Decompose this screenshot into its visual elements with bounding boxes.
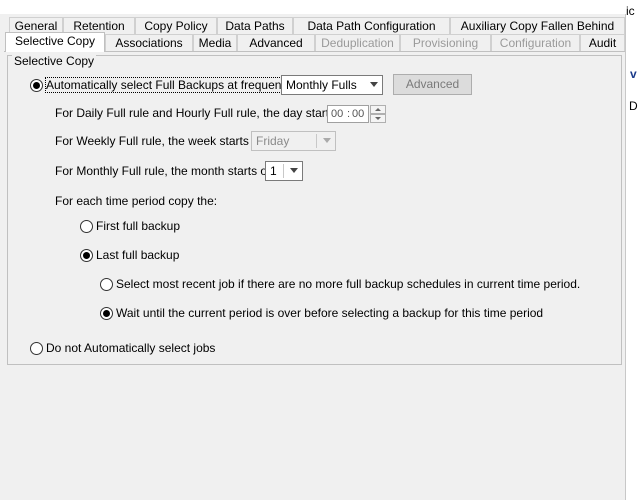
day-start-time-field[interactable]: 00 : 00 (327, 105, 369, 123)
do-not-auto-radio[interactable] (30, 342, 43, 355)
last-full-radio[interactable] (80, 249, 93, 262)
tab-advanced[interactable]: Advanced (237, 34, 315, 51)
background-window-edge: ic v D (626, 0, 638, 500)
time-separator: : (347, 108, 351, 120)
monthly-rule-label: For Monthly Full rule, the month starts … (55, 164, 274, 178)
frequency-value: Monthly Fulls (286, 78, 357, 92)
edge-text-1: ic (626, 4, 635, 18)
chevron-down-icon (290, 168, 298, 173)
spin-up-icon[interactable] (370, 105, 386, 114)
edge-text-2: v (630, 67, 637, 81)
minutes-value[interactable]: 00 (352, 108, 364, 120)
hours-value[interactable]: 00 (331, 108, 343, 120)
tab-associations[interactable]: Associations (105, 34, 193, 51)
last-full-label[interactable]: Last full backup (96, 248, 179, 262)
tab-provisioning[interactable]: Provisioning (400, 34, 491, 51)
auto-select-radio[interactable] (30, 79, 43, 92)
advanced-button[interactable]: Advanced (393, 74, 472, 95)
week-start-dropdown[interactable]: Friday (251, 131, 336, 151)
spin-down-icon[interactable] (370, 114, 386, 123)
tab-data-path-configuration[interactable]: Data Path Configuration (293, 17, 450, 34)
tab-media[interactable]: Media (193, 34, 237, 51)
edge-text-3: D (629, 99, 638, 113)
wait-until-label[interactable]: Wait until the current period is over be… (116, 306, 543, 320)
group-title: Selective Copy (12, 54, 97, 68)
dropdown-divider (283, 164, 284, 178)
tab-audit[interactable]: Audit (580, 34, 625, 51)
time-spinner[interactable] (370, 105, 386, 123)
do-not-auto-label[interactable]: Do not Automatically select jobs (46, 341, 215, 355)
wait-until-radio[interactable] (100, 307, 113, 320)
chevron-down-icon (323, 138, 331, 143)
tab-auxiliary-copy-fallen-behind[interactable]: Auxiliary Copy Fallen Behind (450, 17, 625, 34)
week-start-value: Friday (256, 134, 290, 148)
first-full-label[interactable]: First full backup (96, 219, 180, 233)
frequency-dropdown[interactable]: Monthly Fulls (281, 75, 383, 95)
most-recent-radio[interactable] (100, 278, 113, 291)
tab-deduplication[interactable]: Deduplication (315, 34, 400, 51)
daily-rule-label: For Daily Full rule and Hourly Full rule… (55, 106, 352, 120)
month-start-dropdown[interactable]: 1 (265, 161, 303, 181)
tab-data-paths[interactable]: Data Paths (217, 17, 293, 34)
most-recent-label[interactable]: Select most recent job if there are no m… (116, 277, 580, 291)
tab-configuration[interactable]: Configuration (491, 34, 580, 51)
chevron-down-icon (370, 82, 378, 87)
month-start-value: 1 (270, 164, 277, 178)
tab-selective-copy[interactable]: Selective Copy (5, 32, 105, 52)
copy-period-label: For each time period copy the: (55, 194, 218, 208)
top-strip (0, 0, 638, 14)
auto-select-label[interactable]: Automatically select Full Backups at fre… (44, 77, 295, 93)
tab-copy-policy[interactable]: Copy Policy (135, 17, 217, 34)
first-full-radio[interactable] (80, 220, 93, 233)
dropdown-divider (316, 134, 317, 148)
weekly-rule-label: For Weekly Full rule, the week starts on (55, 134, 266, 148)
